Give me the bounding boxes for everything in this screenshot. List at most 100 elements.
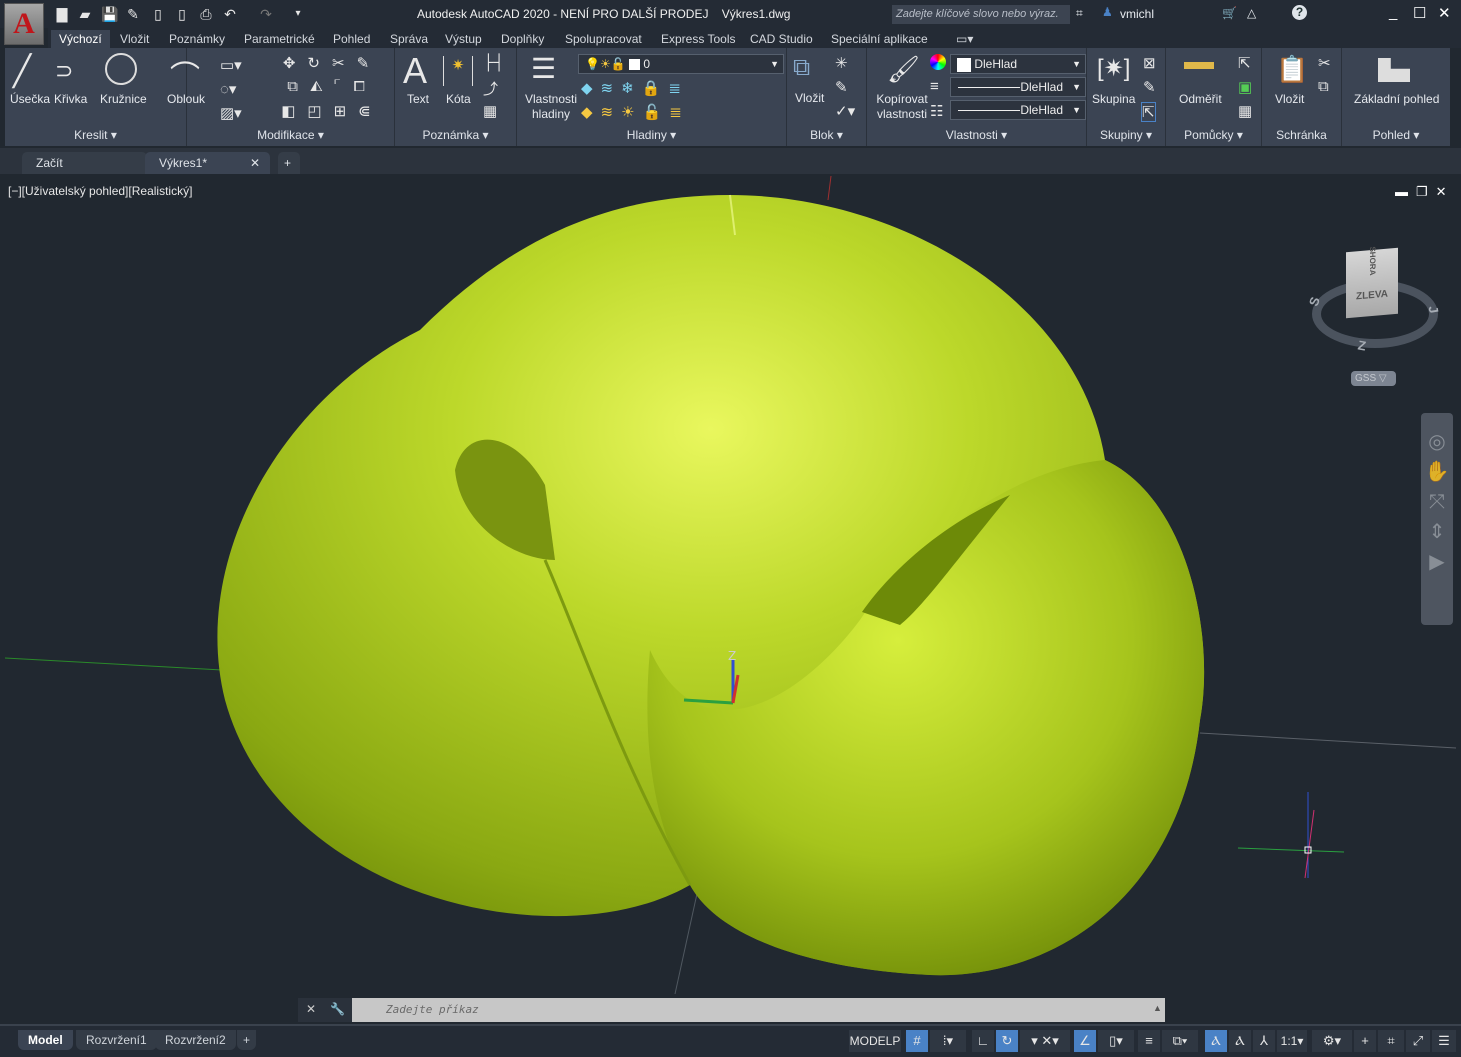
new-tab-button[interactable]: + xyxy=(278,152,300,174)
panel-title[interactable]: Hladiny ▾ xyxy=(517,127,786,144)
units-icon[interactable]: ⌗ xyxy=(1378,1030,1404,1052)
torus-knot-model[interactable]: Z xyxy=(4,176,1456,994)
pan-icon[interactable]: ✋ xyxy=(1421,457,1453,487)
linetype-dropdown[interactable]: DleHlad ▼ xyxy=(950,100,1086,120)
close-icon[interactable]: ✕ xyxy=(1438,4,1451,22)
tab-layout2[interactable]: Rozvržení2 xyxy=(155,1030,236,1050)
layer-tools-row-1[interactable]: ◆≋❄🔒≣ xyxy=(581,79,689,97)
layer-tools-row-2[interactable]: ◆≋☀🔓≣ xyxy=(581,103,690,121)
match-properties-button[interactable]: Kopírovat vlastnosti xyxy=(872,92,932,122)
panel-title[interactable]: Modifikace ▾ xyxy=(187,127,394,144)
minimize-icon[interactable]: _ xyxy=(1389,4,1397,21)
open-web-icon[interactable]: ▯ xyxy=(150,6,166,22)
user-name[interactable]: vmichl xyxy=(1120,7,1154,21)
polyline-button[interactable]: Křivka xyxy=(54,92,87,107)
paste-icon[interactable]: 📋 xyxy=(1276,54,1308,85)
lineweight-dropdown[interactable]: DleHlad ▼ xyxy=(950,77,1086,97)
close-command-icon[interactable]: ✕ xyxy=(306,1002,316,1016)
panel-title[interactable]: Skupiny ▾ xyxy=(1087,127,1165,144)
modify-tools-row-1[interactable]: ✥↻✂✎ xyxy=(267,54,397,72)
ungroup-icon[interactable]: ⊠ xyxy=(1143,54,1156,72)
tab-doplnky[interactable]: Doplňky xyxy=(493,30,552,48)
modify-tools-row-3[interactable]: ◧◰⊞⋐ xyxy=(267,102,397,120)
grid-toggle[interactable]: # xyxy=(906,1030,928,1052)
line-button[interactable]: Úsečka xyxy=(10,92,50,107)
help-icon[interactable]: ? xyxy=(1292,5,1307,20)
attribute-icon[interactable]: ✓▾ xyxy=(835,102,855,120)
panel-title[interactable]: Poznámka ▾ xyxy=(395,127,516,144)
measure-icon[interactable] xyxy=(1184,62,1214,69)
dimension-button[interactable]: Kóta xyxy=(446,92,471,107)
navigation-bar[interactable]: ◎ ✋ ⤧ ⇕ ▶ xyxy=(1421,413,1453,625)
save-as-icon[interactable]: ✎ xyxy=(125,6,141,22)
add-layout-button[interactable]: + xyxy=(237,1030,257,1050)
application-menu-button[interactable]: A xyxy=(4,3,44,45)
viewport-controls-label[interactable]: [−][Uživatelský pohled][Realistický] xyxy=(8,184,192,198)
search-input[interactable]: Zadejte klíčové slovo nebo výraz. xyxy=(892,5,1070,24)
object-snap-toggle[interactable]: ▯▾ xyxy=(1098,1030,1134,1052)
command-history-icon[interactable]: ▲ xyxy=(1153,1003,1162,1013)
select-all-icon[interactable]: ▣ xyxy=(1238,78,1252,96)
text-icon[interactable]: A xyxy=(403,50,427,92)
new-icon[interactable]: ▇ xyxy=(54,6,70,22)
auto-scale-toggle[interactable]: Ⲁ xyxy=(1229,1030,1251,1052)
calculator-icon[interactable]: ▦ xyxy=(1238,102,1252,120)
group-edit-icon[interactable]: ✎ xyxy=(1143,78,1156,96)
maximize-icon[interactable]: ☐ xyxy=(1413,4,1426,22)
redo-icon[interactable]: ↷ xyxy=(258,6,274,22)
panel-title[interactable]: Blok ▾ xyxy=(787,127,866,144)
leader-icon[interactable]: ⤴ xyxy=(483,78,498,99)
create-block-icon[interactable]: ✳ xyxy=(835,54,848,72)
layer-properties-button[interactable]: Vlastnosti hladiny xyxy=(522,92,580,122)
zoom-extents-icon[interactable]: ⤧ xyxy=(1421,487,1453,517)
panel-title[interactable]: Pohled ▾ xyxy=(1342,127,1450,144)
cut-icon[interactable]: ✂ xyxy=(1318,54,1331,72)
modify-tools-row-2[interactable]: ⧉◭⌜⧠ xyxy=(267,78,397,95)
insert-block-button[interactable]: Vložit xyxy=(795,91,824,106)
panel-title[interactable]: Pomůcky ▾ xyxy=(1166,127,1261,144)
workspace-gear-icon[interactable]: ⚙▾ xyxy=(1312,1030,1352,1052)
tab-vystup[interactable]: Výstup xyxy=(437,30,490,48)
save-icon[interactable]: 💾 xyxy=(101,6,118,22)
layer-properties-icon[interactable]: ☰ xyxy=(531,52,556,85)
edit-block-icon[interactable]: ✎ xyxy=(835,78,848,96)
viewcube-front-face[interactable]: ZLEVA xyxy=(1346,288,1398,304)
save-web-icon[interactable]: ▯ xyxy=(174,6,190,22)
tab-vlozit[interactable]: Vložit xyxy=(112,30,157,48)
color-dropdown[interactable]: DleHlad ▼ xyxy=(950,54,1086,74)
tab-pohled[interactable]: Pohled xyxy=(325,30,378,48)
annotation-monitor-icon[interactable]: + xyxy=(1354,1030,1376,1052)
group-button[interactable]: Skupina xyxy=(1092,92,1135,107)
annotation-scale-icon[interactable]: ⅄ xyxy=(1253,1030,1275,1052)
polyline-icon[interactable]: ⊃ xyxy=(55,58,73,84)
group-select-icon[interactable]: ⇱ xyxy=(1141,102,1156,122)
fullscreen-icon[interactable]: ⤢ xyxy=(1406,1030,1430,1052)
circle-icon[interactable] xyxy=(105,53,137,85)
ortho-toggle[interactable]: ∟ xyxy=(972,1030,994,1052)
annotation-scale[interactable]: 1:1▾ xyxy=(1277,1030,1307,1052)
base-view-icon[interactable] xyxy=(1378,58,1410,82)
dimension-icon[interactable]: ✷ xyxy=(443,56,473,86)
tab-model[interactable]: Model xyxy=(18,1030,73,1050)
tab-specialni-aplikace[interactable]: Speciální aplikace xyxy=(823,30,936,48)
polar-toggle[interactable]: ↻ xyxy=(996,1030,1018,1052)
cart-icon[interactable]: 🛒 xyxy=(1222,6,1237,20)
tab-cad-studio[interactable]: CAD Studio xyxy=(742,30,821,48)
undo-icon[interactable]: ↶ xyxy=(222,6,238,22)
line-icon[interactable]: ╱ xyxy=(13,54,31,89)
customization-menu-icon[interactable]: ☰ xyxy=(1432,1030,1456,1052)
ribbon-toggle-icon[interactable]: ▭▾ xyxy=(948,30,981,48)
open-icon[interactable]: ▰ xyxy=(77,6,93,22)
annotation-visibility-toggle[interactable]: Ⲁ xyxy=(1205,1030,1227,1052)
command-input[interactable]: Zadejte příkaz xyxy=(352,998,1165,1022)
close-tab-icon[interactable]: ✕ xyxy=(250,152,260,174)
showmotion-icon[interactable]: ▶ xyxy=(1421,547,1453,577)
snap-toggle[interactable]: ⁞▾ xyxy=(930,1030,966,1052)
copy-icon[interactable]: ⧉ xyxy=(1318,78,1329,95)
text-button[interactable]: Text xyxy=(407,92,429,107)
viewport-window-controls[interactable]: ▬❐✕ xyxy=(1395,184,1455,200)
drawing-viewport[interactable]: Z xyxy=(4,176,1456,994)
insert-block-icon[interactable]: ⧉ xyxy=(793,54,810,82)
panel-title[interactable]: Vlastnosti ▾ xyxy=(867,127,1086,144)
match-properties-icon[interactable]: 🖌 xyxy=(887,54,920,85)
